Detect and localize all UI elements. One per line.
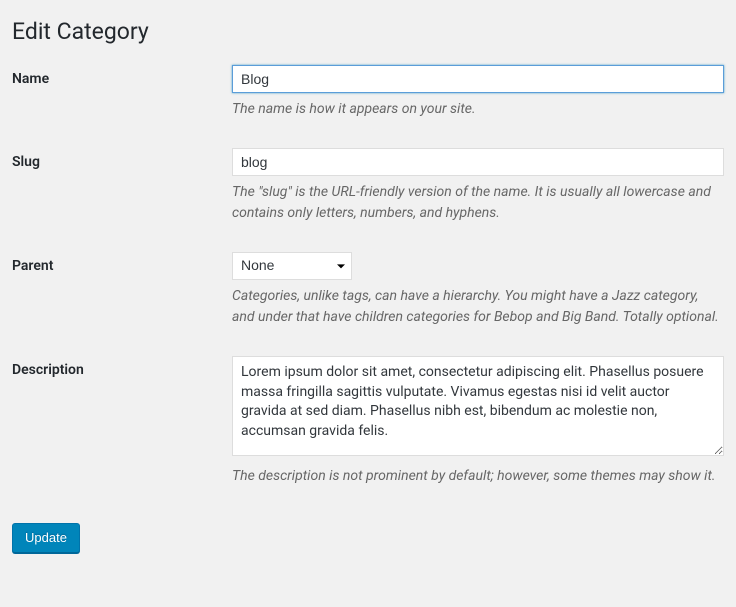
name-input[interactable] <box>232 65 724 93</box>
name-field-wrapper: The name is how it appears on your site. <box>232 65 724 120</box>
description-row: Description Lorem ipsum dolor sit amet, … <box>12 356 724 487</box>
slug-row: Slug The "slug" is the URL-friendly vers… <box>12 148 724 224</box>
parent-field-wrapper: None Categories, unlike tags, can have a… <box>232 252 724 328</box>
edit-category-form: Name The name is how it appears on your … <box>12 65 724 487</box>
slug-field-wrapper: The "slug" is the URL-friendly version o… <box>232 148 724 224</box>
parent-description: Categories, unlike tags, can have a hier… <box>232 286 724 328</box>
slug-label: Slug <box>12 148 232 224</box>
name-description: The name is how it appears on your site. <box>232 99 724 120</box>
description-textarea[interactable]: Lorem ipsum dolor sit amet, consectetur … <box>232 356 724 456</box>
update-button[interactable]: Update <box>12 523 80 553</box>
parent-select[interactable]: None <box>232 252 352 280</box>
slug-description: The "slug" is the URL-friendly version o… <box>232 182 724 224</box>
description-description: The description is not prominent by defa… <box>232 466 724 487</box>
parent-label: Parent <box>12 252 232 328</box>
name-label: Name <box>12 65 232 120</box>
page-title: Edit Category <box>12 12 724 45</box>
description-field-wrapper: Lorem ipsum dolor sit amet, consectetur … <box>232 356 724 487</box>
name-row: Name The name is how it appears on your … <box>12 65 724 120</box>
description-label: Description <box>12 356 232 487</box>
parent-row: Parent None Categories, unlike tags, can… <box>12 252 724 328</box>
slug-input[interactable] <box>232 148 724 176</box>
